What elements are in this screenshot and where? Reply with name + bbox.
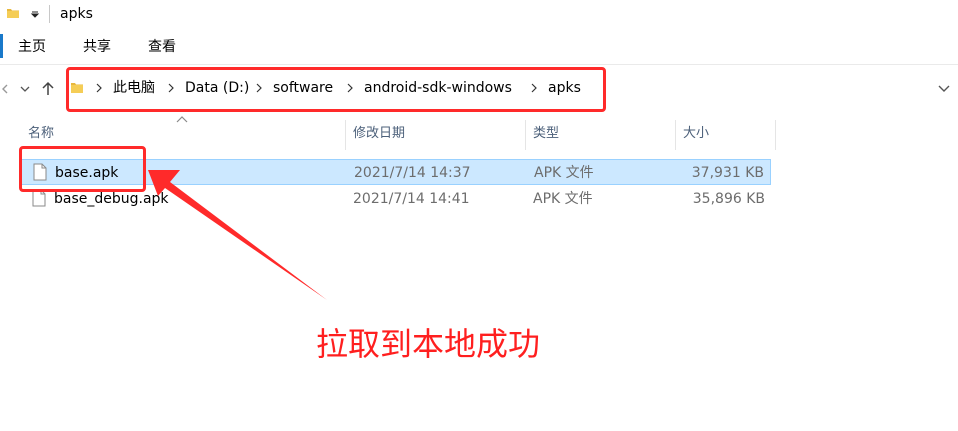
file-type: APK 文件 xyxy=(534,165,594,181)
column-size[interactable]: 大小 xyxy=(683,120,709,148)
file-date: 2021/7/14 14:37 xyxy=(354,165,471,181)
ribbon-accent xyxy=(0,34,3,58)
chevron-down-icon[interactable] xyxy=(16,78,34,100)
column-name[interactable]: 名称 xyxy=(28,120,54,148)
up-arrow-icon[interactable] xyxy=(39,78,57,100)
tab-view[interactable]: 查看 xyxy=(148,37,176,57)
title-separator xyxy=(49,5,50,23)
annotation-text: 拉取到本地成功 xyxy=(316,325,541,363)
chevron-down-icon[interactable] xyxy=(934,78,954,100)
column-date[interactable]: 修改日期 xyxy=(353,120,405,148)
address-highlight-box xyxy=(66,67,606,112)
file-size: 35,896 KB xyxy=(692,191,765,207)
title-bar: apks xyxy=(0,0,958,30)
file-size: 37,931 KB xyxy=(691,165,764,181)
file-date: 2021/7/14 14:41 xyxy=(353,191,470,207)
sort-up-icon xyxy=(176,116,188,123)
file-highlight-box xyxy=(19,146,146,192)
tab-share[interactable]: 共享 xyxy=(83,37,111,57)
quick-access-dropdown-icon[interactable] xyxy=(28,4,42,24)
column-divider[interactable] xyxy=(525,120,526,150)
file-type: APK 文件 xyxy=(533,191,593,207)
column-divider[interactable] xyxy=(345,120,346,150)
column-divider[interactable] xyxy=(675,120,676,150)
window-title: apks xyxy=(60,6,93,22)
ribbon xyxy=(0,30,958,62)
column-divider[interactable] xyxy=(775,120,776,150)
folder-icon xyxy=(7,9,19,18)
column-type[interactable]: 类型 xyxy=(533,120,559,148)
back-arrow-icon[interactable] xyxy=(0,78,14,100)
tab-home[interactable]: 主页 xyxy=(18,37,46,57)
